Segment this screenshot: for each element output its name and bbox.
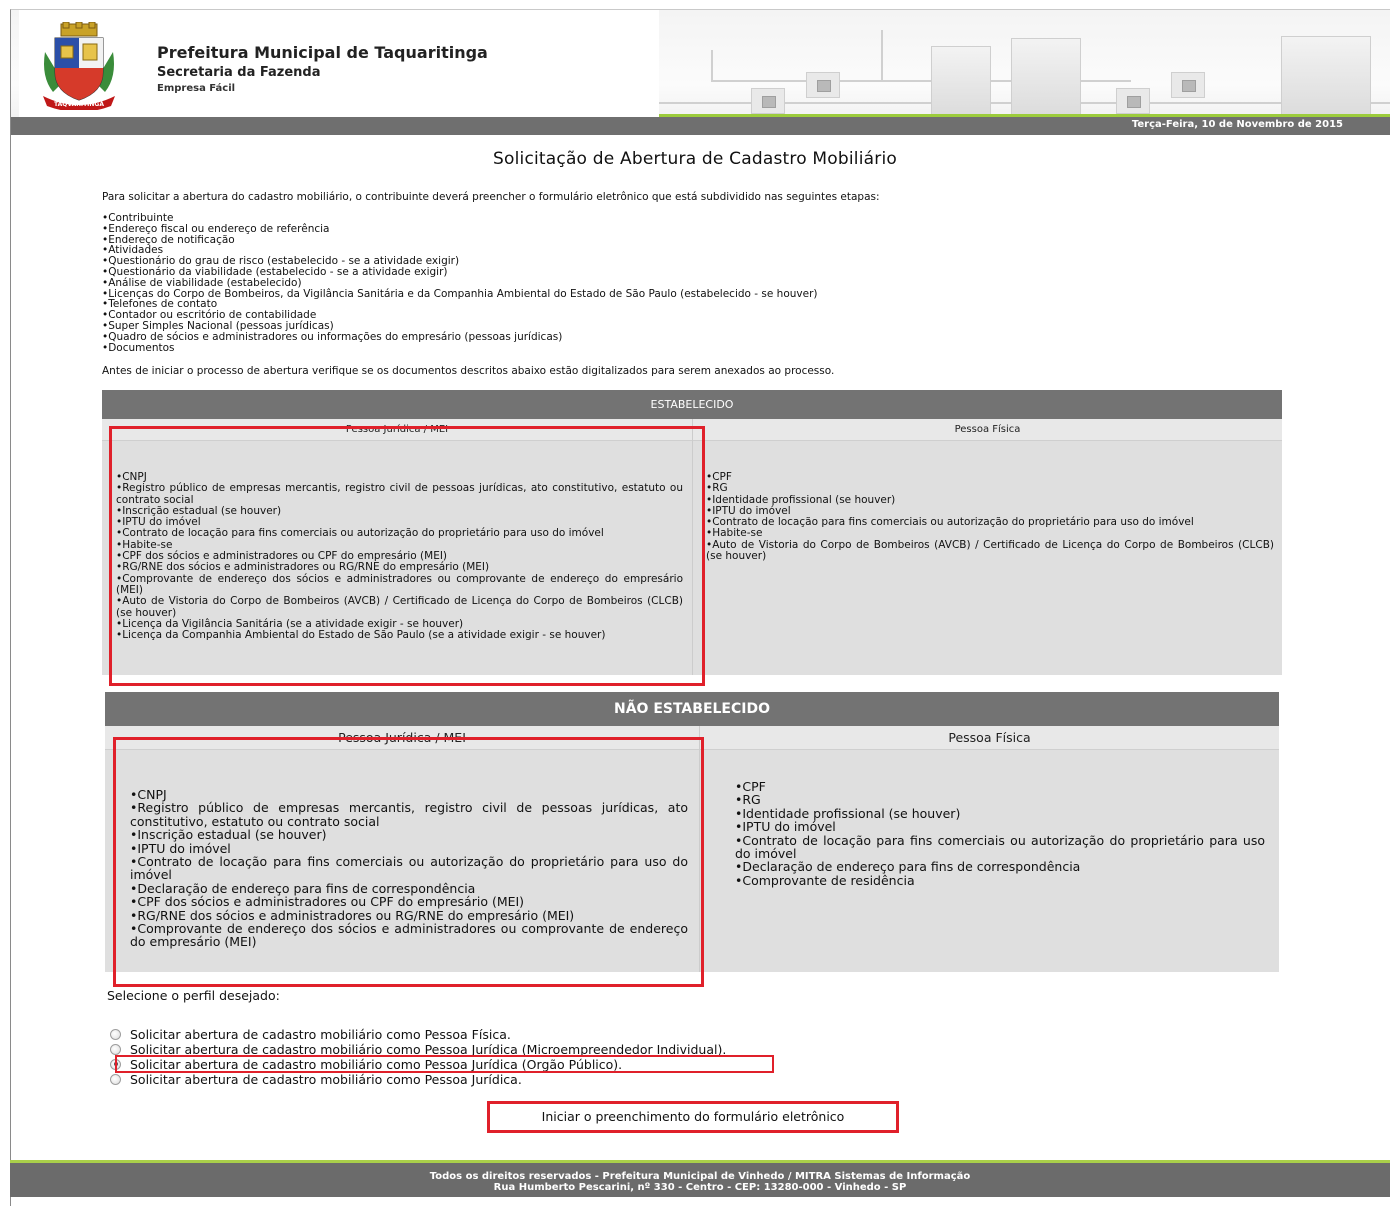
header-decoration xyxy=(1171,72,1205,98)
header-decoration xyxy=(1116,88,1150,114)
radio-button[interactable] xyxy=(110,1028,121,1040)
list-item: Análise de viabilidade (estabelecido) xyxy=(102,277,818,289)
header-decoration xyxy=(1281,36,1371,116)
header-decoration xyxy=(931,46,991,116)
header-decoration xyxy=(711,50,713,80)
header-decoration xyxy=(1011,38,1081,116)
before-start-text: Antes de iniciar o processo de abertura … xyxy=(102,365,835,377)
org-subtitle: Secretaria da Fazenda xyxy=(157,65,321,80)
header-decoration xyxy=(806,72,840,98)
radio-button[interactable] xyxy=(110,1073,121,1085)
list-item: Endereço de notificação xyxy=(102,234,818,246)
list-item: Contrato de locação para fins comerciais… xyxy=(735,833,1265,861)
list-item: CPF xyxy=(735,780,1265,794)
logo-area: TAQVARITINGA Prefeitura Municipal de Taq… xyxy=(19,10,659,118)
highlight-box-estabelecido-pj xyxy=(109,426,705,686)
municipal-crest-icon: TAQVARITINGA xyxy=(43,22,115,110)
profile-option-label[interactable]: Solicitar abertura de cadastro mobiliári… xyxy=(130,1072,522,1087)
highlight-box-nao-estabelecido-pj xyxy=(113,737,704,987)
nao-estabelecido-heading: NÃO ESTABELECIDO xyxy=(105,692,1279,726)
org-subtitle-2: Empresa Fácil xyxy=(157,83,236,94)
profile-option[interactable]: Solicitar abertura de cadastro mobiliári… xyxy=(110,1072,522,1087)
header-decoration xyxy=(751,88,785,114)
profile-option[interactable]: Solicitar abertura de cadastro mobiliári… xyxy=(110,1042,726,1057)
site-header: TAQVARITINGA Prefeitura Municipal de Taq… xyxy=(11,10,1390,135)
list-item: Quadro de sócios e administradores ou in… xyxy=(102,331,818,343)
list-item: RG xyxy=(706,482,1274,494)
profile-option-label[interactable]: Solicitar abertura de cadastro mobiliári… xyxy=(130,1027,511,1042)
list-item: Identidade profissional (se houver) xyxy=(706,494,1274,506)
list-item: Documentos xyxy=(102,342,818,354)
profile-option[interactable]: Solicitar abertura de cadastro mobiliári… xyxy=(110,1027,511,1042)
header-decoration xyxy=(881,30,883,80)
current-date: Terça-Feira, 10 de Novembro de 2015 xyxy=(1131,119,1343,130)
profile-select-label: Selecione o perfil desejado: xyxy=(107,988,280,1003)
highlight-box-selected-option xyxy=(115,1055,774,1073)
nao-estabelecido-pf-heading: Pessoa Física xyxy=(700,726,1279,750)
estabelecido-pf-list: CPFRGIdentidade profissional (se houver)… xyxy=(706,471,1274,563)
crest-ribbon-text: TAQVARITINGA xyxy=(54,101,104,108)
steps-list: ContribuinteEndereço fiscal ou endereço … xyxy=(102,213,818,354)
nao-estabelecido-pf-list: CPFRGIdentidade profissional (se houver)… xyxy=(735,780,1265,888)
radio-button[interactable] xyxy=(110,1043,121,1055)
list-item: CPF xyxy=(706,471,1274,483)
date-bar: Terça-Feira, 10 de Novembro de 2015 xyxy=(11,117,1390,135)
page-title: Solicitação de Abertura de Cadastro Mobi… xyxy=(493,149,897,169)
start-form-button[interactable]: Iniciar o preenchimento do formulário el… xyxy=(487,1101,899,1133)
intro-text: Para solicitar a abertura do cadastro mo… xyxy=(102,191,880,203)
list-item: Identidade profissional (se houver) xyxy=(735,806,1265,820)
estabelecido-pf-heading: Pessoa Física xyxy=(693,419,1282,441)
list-item: Auto de Vistoria do Corpo de Bombeiros (… xyxy=(706,539,1274,563)
org-title: Prefeitura Municipal de Taquaritinga xyxy=(157,43,488,62)
list-item: Comprovante de residência xyxy=(735,873,1265,887)
list-item: RG xyxy=(735,793,1265,807)
list-item: Endereço fiscal ou endereço de referênci… xyxy=(102,223,818,235)
estabelecido-heading: ESTABELECIDO xyxy=(102,390,1282,419)
list-item: IPTU do imóvel xyxy=(735,820,1265,834)
list-item: Contrato de locação para fins comerciais… xyxy=(706,516,1274,528)
list-item: Declaração de endereço para fins de corr… xyxy=(735,860,1265,874)
